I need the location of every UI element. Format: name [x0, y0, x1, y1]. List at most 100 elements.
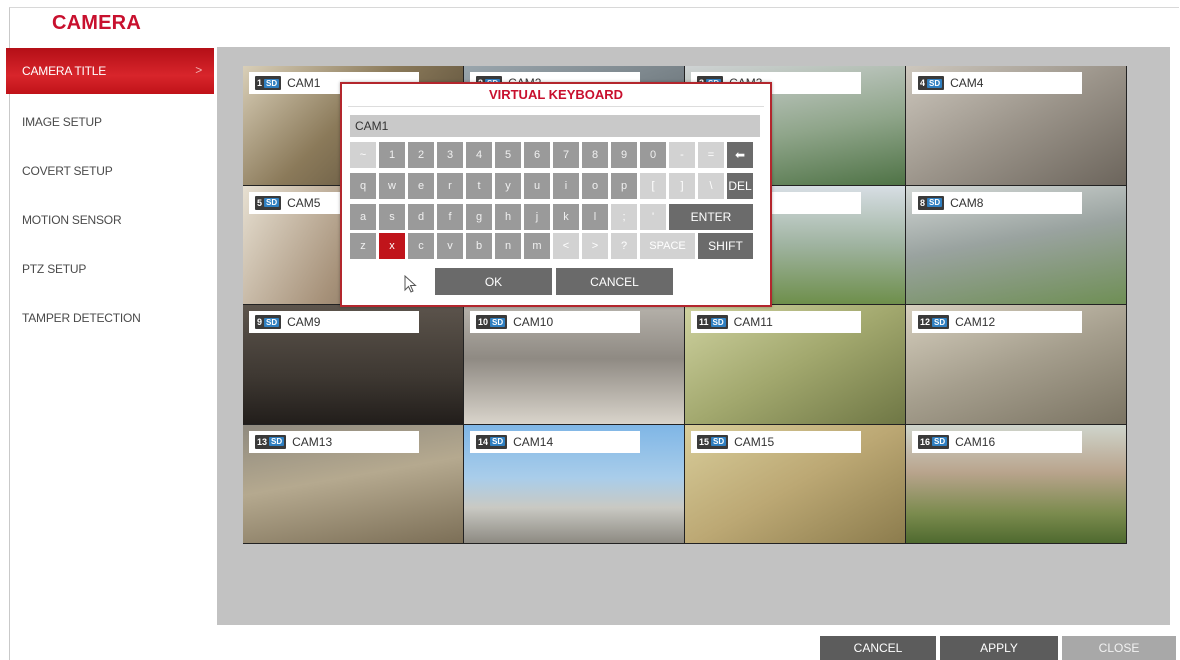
resolution-badge: SD	[927, 78, 943, 88]
camera-tile[interactable]: 9 SD CAM9	[243, 305, 464, 425]
key[interactable]: r	[437, 173, 463, 199]
channel-number: 16	[920, 436, 931, 447]
key[interactable]: 8	[582, 142, 608, 168]
key[interactable]: f	[437, 204, 463, 230]
sidebar-item-tamper-detection[interactable]: TAMPER DETECTION	[6, 293, 214, 342]
key[interactable]: 0	[640, 142, 666, 168]
key[interactable]: w	[379, 173, 405, 199]
key[interactable]: h	[495, 204, 521, 230]
key[interactable]: 4	[466, 142, 492, 168]
sidebar-item-image-setup[interactable]: IMAGE SETUP	[6, 97, 214, 146]
key[interactable]: j	[524, 204, 550, 230]
sidebar-item-motion-sensor[interactable]: MOTION SENSOR	[6, 195, 214, 244]
key[interactable]: ~	[350, 142, 376, 168]
sidebar-item-covert-setup[interactable]: COVERT SETUP	[6, 146, 214, 195]
camera-name: CAM13	[292, 434, 333, 449]
shift-key[interactable]: SHIFT	[698, 233, 753, 259]
key[interactable]: y	[495, 173, 521, 199]
cancel-button[interactable]: CANCEL	[556, 268, 673, 295]
sidebar-item-label: TAMPER DETECTION	[22, 310, 141, 325]
camera-tile[interactable]: 13 SD CAM13	[243, 424, 464, 544]
key[interactable]: '	[640, 204, 666, 230]
ok-button[interactable]: OK	[435, 268, 552, 295]
footer-cancel-button[interactable]: CANCEL	[820, 636, 936, 660]
sidebar-item-ptz-setup[interactable]: PTZ SETUP	[6, 244, 214, 293]
channel-number: 5	[257, 197, 263, 208]
channel-number: 14	[478, 436, 489, 447]
key[interactable]: ?	[611, 233, 637, 259]
chevron-right-icon: >	[195, 63, 202, 77]
camera-tile[interactable]: 4 SD CAM4	[906, 66, 1127, 186]
camera-name: CAM5	[287, 195, 321, 210]
camera-tile[interactable]: 16 SD CAM16	[906, 424, 1127, 544]
key[interactable]: z	[350, 233, 376, 259]
camera-title-label: 4 SD CAM4	[912, 72, 1082, 94]
camera-title-input[interactable]	[350, 115, 760, 137]
key[interactable]: 1	[379, 142, 405, 168]
key[interactable]: >	[582, 233, 608, 259]
key[interactable]: ]	[669, 173, 695, 199]
sidebar-item-label: COVERT SETUP	[22, 163, 113, 178]
key[interactable]: \	[698, 173, 724, 199]
sidebar-item-camera-title[interactable]: CAMERA TITLE >	[6, 48, 214, 94]
key[interactable]: -	[669, 142, 695, 168]
camera-tile[interactable]: 14 SD CAM14	[464, 424, 685, 544]
camera-name: CAM4	[950, 76, 984, 90]
key[interactable]: 9	[611, 142, 637, 168]
space-key[interactable]: SPACE	[640, 233, 695, 259]
key[interactable]: m	[524, 233, 550, 259]
sidebar-item-label: PTZ SETUP	[22, 261, 87, 276]
resolution-badge: SD	[490, 317, 506, 327]
footer-apply-button[interactable]: APPLY	[940, 636, 1058, 660]
resolution-badge: SD	[932, 437, 948, 446]
resolution-badge: SD	[710, 317, 726, 327]
key[interactable]: [	[640, 173, 666, 199]
key[interactable]: 7	[553, 142, 579, 168]
key[interactable]: b	[466, 233, 492, 259]
key[interactable]: o	[582, 173, 608, 199]
key[interactable]: <	[553, 233, 579, 259]
key[interactable]: g	[466, 204, 492, 230]
sidebar-item-label: MOTION SENSOR	[22, 212, 122, 227]
camera-tile[interactable]: 11 SD CAM11	[685, 305, 906, 425]
camera-tile[interactable]: 10 SD CAM10	[464, 305, 685, 425]
key[interactable]: e	[408, 173, 434, 199]
camera-tile[interactable]: 12 SD CAM12	[906, 305, 1127, 425]
key[interactable]: ;	[611, 204, 637, 230]
key[interactable]: 6	[524, 142, 550, 168]
channel-number: 1	[257, 78, 263, 88]
key[interactable]: 3	[437, 142, 463, 168]
key[interactable]: v	[437, 233, 463, 259]
key[interactable]: d	[408, 204, 434, 230]
delete-key[interactable]: DEL	[727, 173, 753, 199]
key[interactable]: t	[466, 173, 492, 199]
key[interactable]: x	[379, 233, 405, 259]
divider	[348, 106, 764, 107]
camera-name: CAM8	[950, 195, 984, 210]
key[interactable]: n	[495, 233, 521, 259]
key[interactable]: 5	[495, 142, 521, 168]
enter-key[interactable]: ENTER	[669, 204, 753, 230]
camera-tile[interactable]: 15 SD CAM15	[685, 424, 906, 544]
key[interactable]: s	[379, 204, 405, 230]
key[interactable]: q	[350, 173, 376, 199]
channel-badge: 13 SD	[255, 434, 287, 449]
key[interactable]: a	[350, 204, 376, 230]
footer-close-button[interactable]: CLOSE	[1062, 636, 1176, 660]
key[interactable]: i	[553, 173, 579, 199]
backspace-key[interactable]: ⬅	[727, 142, 753, 168]
key[interactable]: 2	[408, 142, 434, 168]
channel-number: 15	[699, 436, 710, 447]
camera-name: CAM10	[513, 315, 554, 329]
key[interactable]: =	[698, 142, 724, 168]
camera-name: CAM15	[734, 434, 775, 449]
key[interactable]: p	[611, 173, 637, 199]
key[interactable]: u	[524, 173, 550, 199]
resolution-badge: SD	[269, 437, 285, 446]
key[interactable]: l	[582, 204, 608, 230]
camera-tile[interactable]: 8 SD CAM8	[906, 185, 1127, 305]
camera-title-label: 9 SD CAM9	[249, 311, 419, 333]
key[interactable]: c	[408, 233, 434, 259]
key[interactable]: k	[553, 204, 579, 230]
sidebar-item-label: CAMERA TITLE	[22, 64, 107, 78]
